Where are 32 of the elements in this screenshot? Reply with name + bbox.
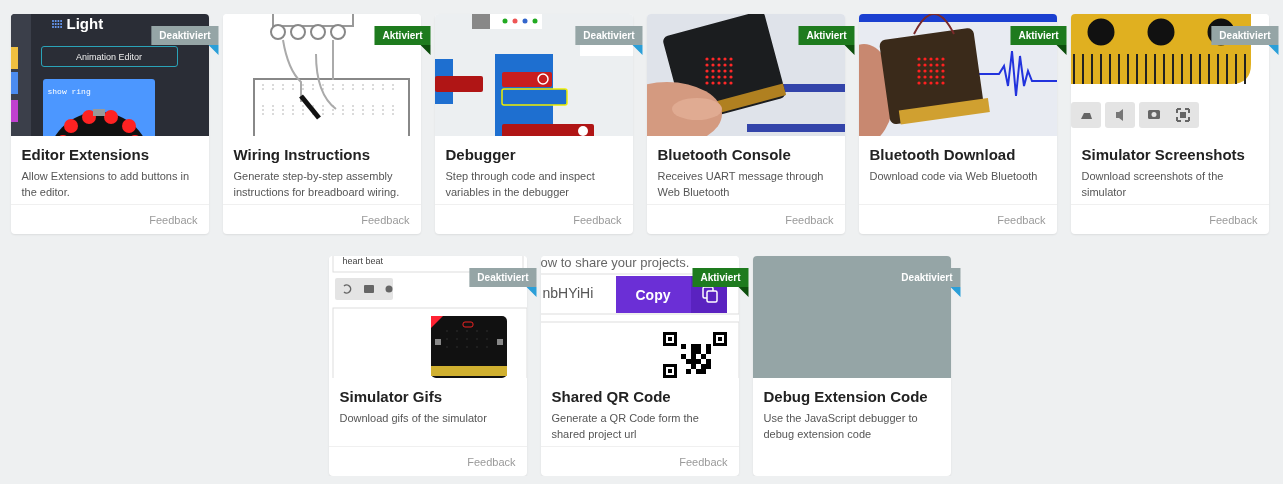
feedback-link[interactable]: Feedback	[573, 213, 622, 226]
section-title: Light	[66, 15, 104, 32]
card-description: Generate step-by-step assembly instructions for breadboard wiring.	[233, 169, 401, 200]
block-label: show ring	[47, 87, 91, 96]
field-value: heart beat	[342, 256, 384, 266]
card-title: Simulator Screenshots	[1081, 146, 1246, 164]
card-description: Receives UART message through Web Bluetooth	[657, 169, 825, 200]
card-title: Bluetooth Download	[869, 146, 1017, 164]
card-description: Allow Extensions to add buttons in the editor.	[21, 169, 191, 200]
card-title: Bluetooth Console	[657, 146, 792, 164]
card-title: Wiring Instructions	[233, 146, 372, 164]
card-description: Download gifs of the simulator	[339, 411, 488, 426]
card-title: Debug Extension Code	[763, 388, 929, 406]
feedback-link[interactable]: Feedback	[997, 213, 1046, 226]
card-title: Editor Extensions	[21, 146, 151, 164]
feedback-link[interactable]: Feedback	[785, 213, 834, 226]
card-title: Shared QR Code	[551, 388, 672, 406]
card-description: Generate a QR Code form the shared project url	[551, 411, 700, 442]
feedback-link[interactable]: Feedback	[1209, 213, 1258, 226]
card-description: Use the JavaScript debugger to debug extension code	[763, 411, 919, 442]
feedback-link[interactable]: Feedback	[361, 213, 410, 226]
feedback-link[interactable]: Feedback	[149, 213, 198, 226]
feedback-link[interactable]: Feedback	[679, 455, 728, 468]
grid-icon	[50, 19, 63, 29]
feedback-link[interactable]: Feedback	[467, 455, 516, 468]
card-title: Simulator Gifs	[339, 388, 444, 406]
card-description: Download screenshots of the simulator	[1081, 169, 1225, 200]
share-link-field: nbHYiHi	[542, 285, 594, 301]
card-description: Download code via Web Bluetooth	[869, 169, 1039, 184]
card-title: Debugger	[445, 146, 517, 164]
help-text: ow to share your projects.	[540, 256, 690, 270]
card-description: Step through code and inspect variables in the debugger	[445, 169, 596, 200]
